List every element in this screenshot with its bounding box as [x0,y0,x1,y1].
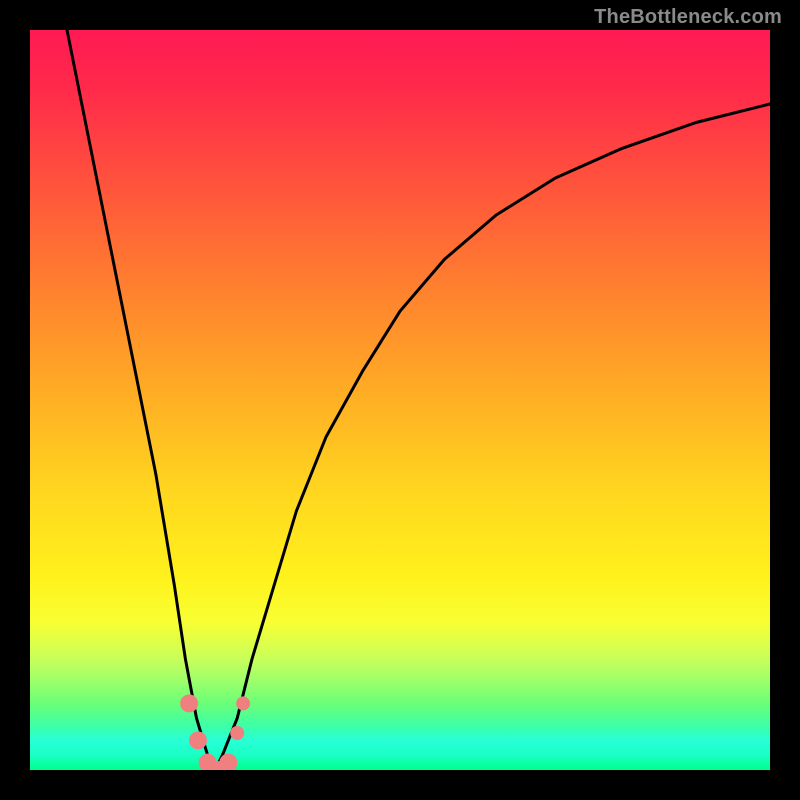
series-bottleneck-curve [67,30,770,770]
marker-1 [189,731,207,749]
watermark-text: TheBottleneck.com [594,6,782,29]
marker-5 [230,726,244,740]
marker-0 [180,694,198,712]
plot-area [30,30,770,770]
curve-svg [30,30,770,770]
marker-6 [236,696,250,710]
chart-frame: TheBottleneck.com [0,0,800,800]
